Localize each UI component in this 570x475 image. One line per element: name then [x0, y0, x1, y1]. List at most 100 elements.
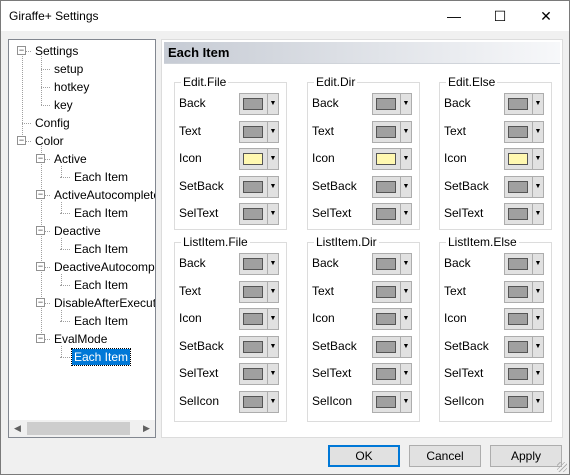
color-picker-button[interactable]: ▼	[504, 175, 544, 198]
chevron-down-icon[interactable]: ▼	[532, 204, 543, 224]
color-picker-button[interactable]: ▼	[239, 335, 279, 358]
color-picker-button[interactable]: ▼	[372, 93, 412, 115]
tree-item[interactable]: Each Item	[72, 205, 130, 221]
color-picker-button[interactable]: ▼	[239, 203, 279, 225]
chevron-down-icon[interactable]: ▼	[532, 364, 543, 384]
chevron-down-icon[interactable]: ▼	[532, 391, 543, 412]
color-picker-button[interactable]: ▼	[504, 363, 544, 385]
ok-button[interactable]: OK	[328, 445, 400, 467]
color-picker-button[interactable]: ▼	[239, 148, 279, 170]
tree-item[interactable]: hotkey	[52, 79, 91, 95]
color-picker-button[interactable]: ▼	[239, 280, 279, 303]
scrollbar-thumb[interactable]	[27, 422, 130, 435]
tree-item[interactable]: EvalMode	[52, 331, 109, 347]
tree-item[interactable]: Each Item	[72, 313, 130, 329]
chevron-down-icon[interactable]: ▼	[267, 391, 278, 412]
tree-item[interactable]: setup	[52, 61, 85, 77]
chevron-down-icon[interactable]: ▼	[532, 309, 543, 329]
cancel-button[interactable]: Cancel	[409, 445, 481, 467]
color-picker-button[interactable]: ▼	[239, 120, 279, 143]
chevron-down-icon[interactable]: ▼	[400, 281, 411, 302]
color-picker-button[interactable]: ▼	[239, 175, 279, 198]
color-picker-button[interactable]: ▼	[372, 308, 412, 330]
color-picker-button[interactable]: ▼	[504, 280, 544, 303]
chevron-down-icon[interactable]: ▼	[400, 254, 411, 274]
tree-collapse-icon[interactable]: −	[36, 154, 45, 163]
color-picker-button[interactable]: ▼	[372, 390, 412, 413]
tree-collapse-icon[interactable]: −	[36, 190, 45, 199]
chevron-down-icon[interactable]: ▼	[532, 336, 543, 357]
color-picker-button[interactable]: ▼	[372, 148, 412, 170]
tree-collapse-icon[interactable]: −	[36, 262, 45, 271]
chevron-down-icon[interactable]: ▼	[400, 364, 411, 384]
chevron-down-icon[interactable]: ▼	[267, 309, 278, 329]
chevron-down-icon[interactable]: ▼	[267, 364, 278, 384]
color-picker-button[interactable]: ▼	[372, 280, 412, 303]
chevron-down-icon[interactable]: ▼	[532, 94, 543, 114]
chevron-down-icon[interactable]: ▼	[532, 281, 543, 302]
chevron-down-icon[interactable]: ▼	[267, 121, 278, 142]
color-picker-button[interactable]: ▼	[239, 308, 279, 330]
color-picker-button[interactable]: ▼	[504, 335, 544, 358]
color-picker-button[interactable]: ▼	[372, 363, 412, 385]
tree-item[interactable]: Deactive	[52, 223, 103, 239]
minimize-button[interactable]: —	[431, 1, 477, 31]
color-picker-button[interactable]: ▼	[239, 390, 279, 413]
chevron-down-icon[interactable]: ▼	[267, 176, 278, 197]
tree-item[interactable]: Each Item	[72, 169, 130, 185]
color-picker-button[interactable]: ▼	[372, 253, 412, 275]
tree-collapse-icon[interactable]: −	[17, 46, 26, 55]
scroll-right-icon[interactable]: ▶	[138, 420, 155, 437]
tree-item[interactable]: DeactiveAutocomplete	[52, 259, 155, 275]
chevron-down-icon[interactable]: ▼	[400, 121, 411, 142]
tree-collapse-icon[interactable]: −	[36, 226, 45, 235]
tree-item[interactable]: Each Item	[72, 241, 130, 257]
chevron-down-icon[interactable]: ▼	[400, 391, 411, 412]
chevron-down-icon[interactable]: ▼	[400, 149, 411, 169]
chevron-down-icon[interactable]: ▼	[267, 281, 278, 302]
tree-collapse-icon[interactable]: −	[17, 136, 26, 145]
tree-collapse-icon[interactable]: −	[36, 334, 45, 343]
tree-item[interactable]: ActiveAutocomplete	[52, 187, 155, 203]
chevron-down-icon[interactable]: ▼	[532, 254, 543, 274]
tree-collapse-icon[interactable]: −	[36, 298, 45, 307]
chevron-down-icon[interactable]: ▼	[400, 204, 411, 224]
apply-button[interactable]: Apply	[490, 445, 562, 467]
color-picker-button[interactable]: ▼	[239, 363, 279, 385]
color-picker-button[interactable]: ▼	[504, 390, 544, 413]
tree-item[interactable]: key	[52, 97, 75, 113]
chevron-down-icon[interactable]: ▼	[400, 309, 411, 329]
scroll-left-icon[interactable]: ◀	[9, 420, 26, 437]
color-picker-button[interactable]: ▼	[372, 120, 412, 143]
color-picker-button[interactable]: ▼	[504, 120, 544, 143]
color-picker-button[interactable]: ▼	[504, 308, 544, 330]
chevron-down-icon[interactable]: ▼	[532, 149, 543, 169]
chevron-down-icon[interactable]: ▼	[267, 149, 278, 169]
color-picker-button[interactable]: ▼	[504, 203, 544, 225]
tree-item[interactable]: Each Item	[70, 348, 132, 366]
color-picker-button[interactable]: ▼	[504, 148, 544, 170]
color-picker-button[interactable]: ▼	[239, 93, 279, 115]
color-picker-button[interactable]: ▼	[372, 335, 412, 358]
tree-item[interactable]: Color	[33, 133, 66, 149]
tree-horizontal-scrollbar[interactable]: ◀ ▶	[9, 420, 155, 437]
resize-grip-icon[interactable]	[557, 462, 567, 472]
chevron-down-icon[interactable]: ▼	[267, 94, 278, 114]
color-picker-button[interactable]: ▼	[239, 253, 279, 275]
tree-item[interactable]: Config	[33, 115, 72, 131]
tree-item[interactable]: Active	[52, 151, 89, 167]
tree-item[interactable]: Each Item	[72, 277, 130, 293]
chevron-down-icon[interactable]: ▼	[267, 254, 278, 274]
chevron-down-icon[interactable]: ▼	[532, 121, 543, 142]
color-picker-button[interactable]: ▼	[504, 93, 544, 115]
color-picker-button[interactable]: ▼	[372, 203, 412, 225]
chevron-down-icon[interactable]: ▼	[267, 204, 278, 224]
chevron-down-icon[interactable]: ▼	[267, 336, 278, 357]
maximize-button[interactable]: ☐	[477, 1, 523, 31]
color-picker-button[interactable]: ▼	[372, 175, 412, 198]
chevron-down-icon[interactable]: ▼	[400, 94, 411, 114]
tree-item[interactable]: DisableAfterExecute	[52, 295, 155, 311]
chevron-down-icon[interactable]: ▼	[400, 176, 411, 197]
chevron-down-icon[interactable]: ▼	[400, 336, 411, 357]
close-button[interactable]: ✕	[523, 1, 569, 31]
